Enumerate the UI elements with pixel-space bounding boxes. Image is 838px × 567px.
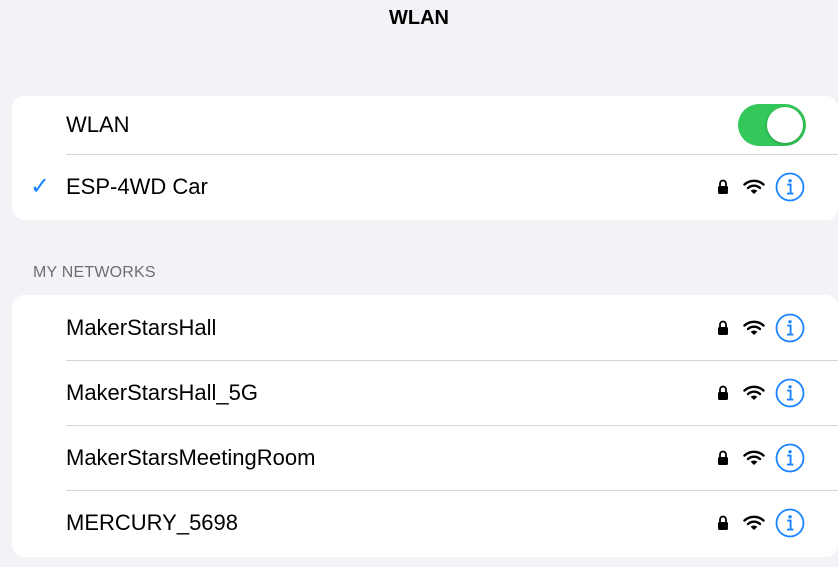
section-header-my-networks: MY NETWORKS bbox=[33, 264, 156, 281]
page-title: WLAN bbox=[389, 7, 449, 29]
lock-icon bbox=[718, 179, 728, 194]
network-status-icons bbox=[717, 507, 805, 539]
wifi-icon bbox=[743, 385, 765, 400]
wlan-toggle-label: WLAN bbox=[66, 112, 130, 137]
wifi-icon bbox=[743, 320, 765, 335]
checkmark-icon: ✓ bbox=[30, 173, 51, 200]
network-name: MakerStarsHall_5G bbox=[66, 379, 258, 405]
network-status-icons bbox=[717, 171, 805, 203]
network-status-icons bbox=[717, 312, 805, 344]
network-name: MakerStarsMeetingRoom bbox=[66, 444, 316, 470]
wlan-toggle-switch[interactable] bbox=[738, 104, 806, 146]
network-row[interactable]: MakerStarsHall_5G bbox=[12, 360, 838, 425]
wifi-icon bbox=[743, 179, 765, 194]
network-name: MERCURY_5698 bbox=[66, 509, 239, 535]
network-row[interactable]: MakerStarsMeetingRoom bbox=[12, 425, 838, 490]
lock-icon bbox=[718, 320, 728, 335]
network-row[interactable]: MERCURY_5698 bbox=[12, 490, 838, 555]
info-icon[interactable] bbox=[775, 172, 805, 202]
info-icon[interactable] bbox=[775, 443, 805, 473]
info-icon[interactable] bbox=[775, 313, 805, 343]
lock-icon bbox=[718, 385, 728, 400]
network-status-icons bbox=[717, 377, 805, 409]
lock-icon bbox=[718, 515, 728, 530]
network-row[interactable]: MakerStarsHall bbox=[12, 295, 838, 360]
network-name: MakerStarsHall bbox=[66, 314, 217, 340]
wlan-settings-group: WLAN ✓ ESP-4WD Car bbox=[12, 96, 838, 220]
connected-network-row[interactable]: ✓ ESP-4WD Car bbox=[12, 154, 838, 220]
wifi-icon bbox=[743, 515, 765, 530]
network-status-icons bbox=[717, 442, 805, 474]
my-networks-group: MakerStarsHall MakerStarsHall_5G MakerSt… bbox=[12, 295, 838, 557]
toggle-knob bbox=[767, 107, 803, 143]
wlan-toggle-row: WLAN bbox=[12, 96, 838, 154]
info-icon[interactable] bbox=[775, 508, 805, 538]
lock-icon bbox=[718, 450, 728, 465]
network-name: ESP-4WD Car bbox=[66, 174, 208, 199]
info-icon[interactable] bbox=[775, 378, 805, 408]
wifi-icon bbox=[743, 450, 765, 465]
